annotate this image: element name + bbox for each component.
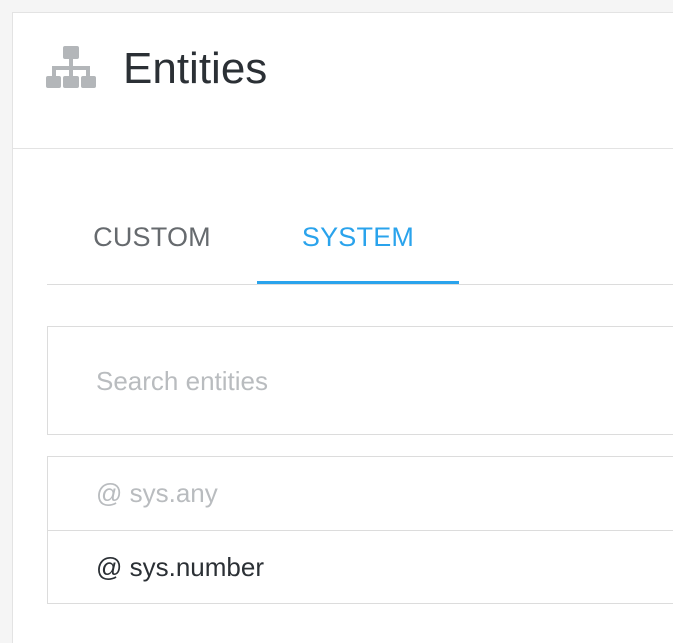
active-tab-indicator [257,281,459,284]
entities-panel: Entities CUSTOM SYSTEM @ sys.any @ sys.n… [12,12,673,643]
entity-item-sys-number[interactable]: @ sys.number [48,530,673,603]
search-box [47,326,673,435]
entity-list: @ sys.any @ sys.number [47,456,673,604]
tab-system[interactable]: SYSTEM [257,195,459,284]
entity-tabs: CUSTOM SYSTEM [47,195,673,285]
entity-item-sys-any[interactable]: @ sys.any [48,457,673,530]
page-header: Entities [13,13,673,149]
sitemap-icon [46,46,96,88]
search-input[interactable] [96,361,656,401]
page-title: Entities [123,44,268,93]
tab-custom[interactable]: CUSTOM [47,195,257,284]
